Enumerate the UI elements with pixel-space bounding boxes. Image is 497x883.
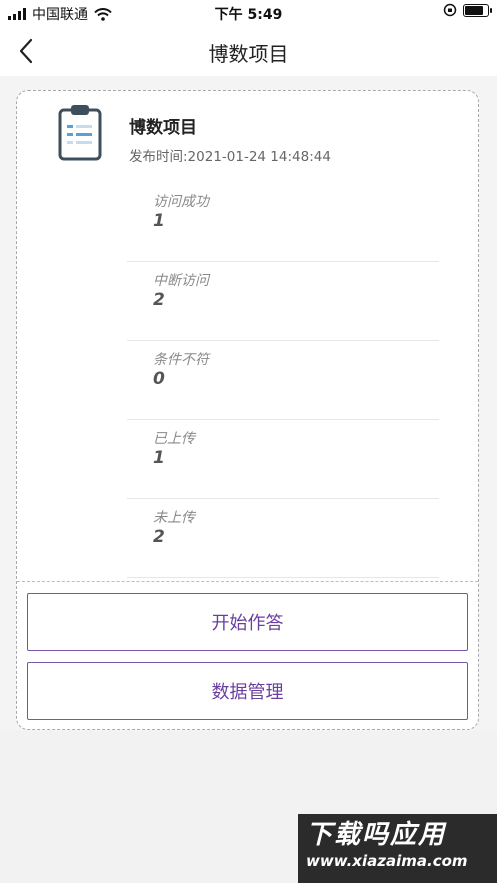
project-card: 博数项目 发布时间:2021-01-24 14:48:44 访问成功 1 中断访… — [16, 90, 479, 730]
watermark-url: www.xiazaima.com — [306, 852, 468, 870]
stat-value: 2 — [153, 527, 165, 547]
start-answer-button[interactable]: 开始作答 — [27, 593, 468, 651]
page-title: 博数项目 — [208, 42, 289, 66]
stat-label: 未上传 — [153, 510, 195, 526]
stats-list: 访问成功 1 中断访问 2 条件不符 0 已上传 1 未上传 2 — [127, 183, 439, 578]
stat-label: 条件不符 — [153, 352, 209, 368]
card-divider — [17, 581, 478, 582]
nav-bar: 博数项目 — [0, 26, 497, 76]
project-title: 博数项目 — [129, 118, 197, 138]
stat-row-success: 访问成功 1 — [127, 183, 439, 262]
stat-row-unqualified: 条件不符 0 — [127, 341, 439, 420]
watermark-title: 下载吗应用 — [306, 820, 447, 850]
stat-value: 1 — [153, 211, 165, 231]
status-bar: 中国联通 下午 5:49 — [0, 0, 497, 26]
watermark: 下载吗应用 www.xiazaima.com — [298, 814, 497, 883]
orientation-lock-icon — [443, 3, 457, 17]
stat-row-uploaded: 已上传 1 — [127, 420, 439, 499]
stat-label: 访问成功 — [153, 194, 209, 210]
stat-value: 0 — [153, 369, 165, 389]
status-time: 下午 5:49 — [214, 7, 283, 23]
stat-value: 1 — [153, 448, 165, 468]
clipboard-icon — [58, 105, 102, 161]
data-management-button[interactable]: 数据管理 — [27, 662, 468, 720]
status-right — [443, 3, 492, 17]
stat-value: 2 — [153, 290, 165, 310]
stat-row-not-uploaded: 未上传 2 — [127, 499, 439, 578]
project-publish-time: 发布时间:2021-01-24 14:48:44 — [129, 149, 331, 165]
stat-label: 中断访问 — [153, 273, 209, 289]
stat-label: 已上传 — [153, 431, 195, 447]
battery-icon — [463, 3, 492, 17]
stat-row-interrupted: 中断访问 2 — [127, 262, 439, 341]
